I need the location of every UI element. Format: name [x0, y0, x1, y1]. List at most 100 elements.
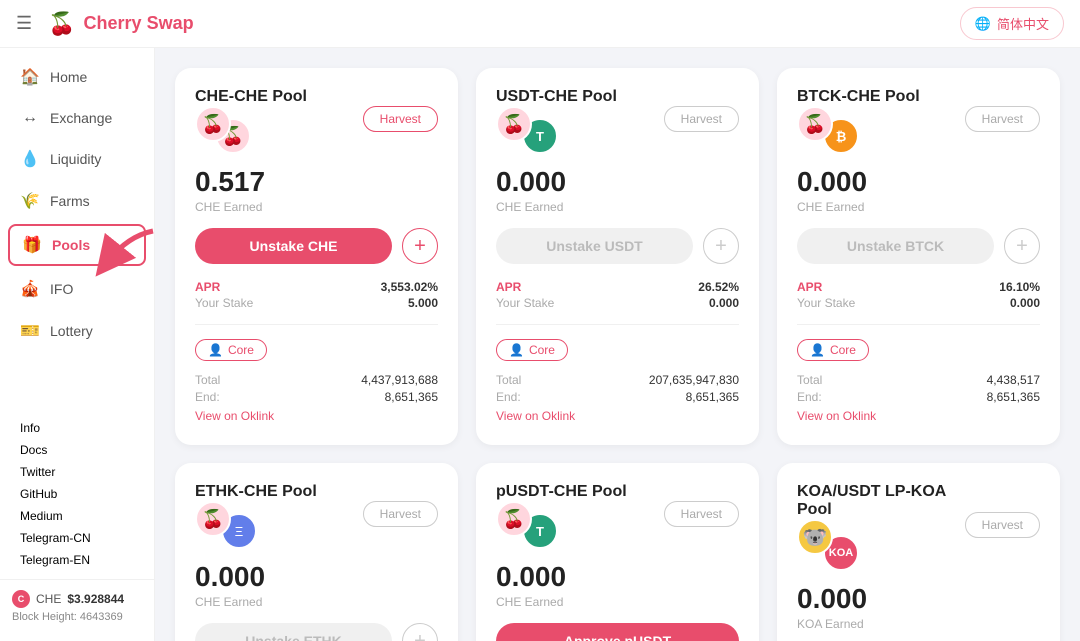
link-twitter[interactable]: Twitter [20, 461, 134, 483]
farms-icon: 🌾 [20, 191, 40, 211]
link-telegram-en[interactable]: Telegram-EN [20, 549, 134, 571]
add-button[interactable]: + [402, 623, 438, 641]
earned-amount: 0.000 [195, 561, 438, 593]
pools-grid: CHE-CHE Pool 🍒 🍒 Harvest 0.517 CHE Earne… [175, 68, 1060, 641]
harvest-button[interactable]: Harvest [363, 501, 438, 527]
stake-value: 0.000 [709, 296, 739, 310]
sidebar-item-lottery[interactable]: 🎫 Lottery [0, 310, 154, 352]
sidebar-item-label: Farms [50, 193, 90, 209]
apr-value: 26.52% [698, 280, 739, 294]
unstake-button[interactable]: Unstake USDT [496, 228, 693, 264]
apr-label: APR [797, 280, 822, 294]
earned-amount: 0.000 [496, 166, 739, 198]
pool-title: BTCK-CHE Pool [797, 88, 920, 106]
sidebar-links: Info Docs Twitter GitHub Medium Telegram… [0, 409, 154, 579]
end-row: End: 8,651,365 [797, 390, 1040, 404]
earned-label: CHE Earned [496, 595, 739, 609]
earned-label: CHE Earned [797, 200, 1040, 214]
view-on-oklink-link[interactable]: View on Oklink [195, 409, 274, 423]
earned-label: KOA Earned [797, 617, 1040, 631]
pool-icon-main: 🍒 [496, 501, 532, 537]
link-telegram-cn[interactable]: Telegram-CN [20, 527, 134, 549]
pool-title: pUSDT-CHE Pool [496, 483, 627, 501]
core-label: Core [529, 343, 555, 357]
core-badge: 👤 Core [496, 339, 568, 361]
sidebar-nav: 🏠 Home ↔ Exchange 💧 Liquidity 🌾 Farms 🎁 … [0, 56, 154, 352]
sidebar-item-liquidity[interactable]: 💧 Liquidity [0, 138, 154, 180]
pool-card-koa-usdt: KOA/USDT LP-KOA Pool 🐨 KOA Harvest 0.000… [777, 463, 1060, 641]
sidebar-item-pools[interactable]: 🎁 Pools [8, 224, 146, 266]
divider [797, 324, 1040, 325]
menu-icon[interactable]: ☰ [16, 13, 32, 34]
apr-row: APR 26.52% [496, 280, 739, 294]
end-row: End: 8,651,365 [496, 390, 739, 404]
stake-label: Your Stake [195, 296, 253, 310]
pool-card-usdt-che: USDT-CHE Pool 🍒 T Harvest 0.000 CHE Earn… [476, 68, 759, 445]
core-badge: 👤 Core [195, 339, 267, 361]
pool-card-btck-che: BTCK-CHE Pool 🍒 ₿ Harvest 0.000 CHE Earn… [777, 68, 1060, 445]
earned-label: CHE Earned [195, 200, 438, 214]
language-button[interactable]: 🌐 简体中文 [960, 7, 1064, 40]
link-info[interactable]: Info [20, 417, 134, 439]
sidebar-item-label: Home [50, 69, 87, 85]
divider [496, 324, 739, 325]
harvest-button[interactable]: Harvest [664, 501, 739, 527]
pool-icons: 🍒 Ξ [195, 501, 257, 545]
lottery-icon: 🎫 [20, 321, 40, 341]
unstake-button[interactable]: Unstake CHE [195, 228, 392, 264]
card-header: pUSDT-CHE Pool 🍒 T Harvest [496, 483, 739, 545]
harvest-button[interactable]: Harvest [965, 106, 1040, 132]
sidebar-item-label: Lottery [50, 323, 93, 339]
pool-icon-main: 🍒 [496, 106, 532, 142]
harvest-button[interactable]: Harvest [965, 512, 1040, 538]
apr-label: APR [195, 280, 220, 294]
link-medium[interactable]: Medium [20, 505, 134, 527]
pool-title: USDT-CHE Pool [496, 88, 617, 106]
action-row: Unstake CHE + [195, 228, 438, 264]
sidebar-item-exchange[interactable]: ↔ Exchange [0, 98, 154, 138]
pool-icons: 🍒 T [496, 501, 558, 545]
earned-label: CHE Earned [195, 595, 438, 609]
globe-icon: 🌐 [975, 16, 991, 32]
sidebar-item-label: Liquidity [50, 151, 101, 167]
stake-row: Your Stake 0.000 [797, 296, 1040, 310]
apr-value: 16.10% [999, 280, 1040, 294]
card-header: BTCK-CHE Pool 🍒 ₿ Harvest [797, 88, 1040, 150]
unstake-button[interactable]: Unstake BTCK [797, 228, 994, 264]
pool-title: CHE-CHE Pool [195, 88, 307, 106]
earned-amount: 0.517 [195, 166, 438, 198]
action-row: Approve pUSDT [496, 623, 739, 641]
apr-row: APR 16.10% [797, 280, 1040, 294]
pool-title: ETHK-CHE Pool [195, 483, 317, 501]
unstake-button[interactable]: Unstake ETHK [195, 623, 392, 641]
che-price: $3.928844 [67, 592, 124, 606]
view-on-oklink-link[interactable]: View on Oklink [496, 409, 575, 423]
stake-label: Your Stake [797, 296, 855, 310]
header: ☰ 🍒 Cherry Swap 🌐 简体中文 [0, 0, 1080, 48]
home-icon: 🏠 [20, 67, 40, 87]
add-button[interactable]: + [1004, 228, 1040, 264]
che-token-label: CHE [36, 592, 61, 606]
earned-amount: 0.000 [797, 166, 1040, 198]
pool-icons: 🍒 T [496, 106, 558, 150]
harvest-button[interactable]: Harvest [363, 106, 438, 132]
main-layout: 🏠 Home ↔ Exchange 💧 Liquidity 🌾 Farms 🎁 … [0, 48, 1080, 641]
sidebar-item-farms[interactable]: 🌾 Farms [0, 180, 154, 222]
sidebar-item-label: Pools [52, 237, 90, 253]
add-button[interactable]: + [703, 228, 739, 264]
pool-icons: 🍒 🍒 [195, 106, 251, 150]
earned-label: CHE Earned [496, 200, 739, 214]
link-github[interactable]: GitHub [20, 483, 134, 505]
pool-card-pusdt-che: pUSDT-CHE Pool 🍒 T Harvest 0.000 CHE Ear… [476, 463, 759, 641]
link-docs[interactable]: Docs [20, 439, 134, 461]
core-icon: 👤 [810, 343, 825, 357]
earned-amount: 0.000 [496, 561, 739, 593]
total-row: Total 4,438,517 [797, 373, 1040, 387]
add-button[interactable]: + [402, 228, 438, 264]
sidebar-item-ifo[interactable]: 🎪 IFO [0, 268, 154, 310]
harvest-button[interactable]: Harvest [664, 106, 739, 132]
approve-button[interactable]: Approve pUSDT [496, 623, 739, 641]
sidebar-item-home[interactable]: 🏠 Home [0, 56, 154, 98]
stake-value: 5.000 [408, 296, 438, 310]
view-on-oklink-link[interactable]: View on Oklink [797, 409, 876, 423]
